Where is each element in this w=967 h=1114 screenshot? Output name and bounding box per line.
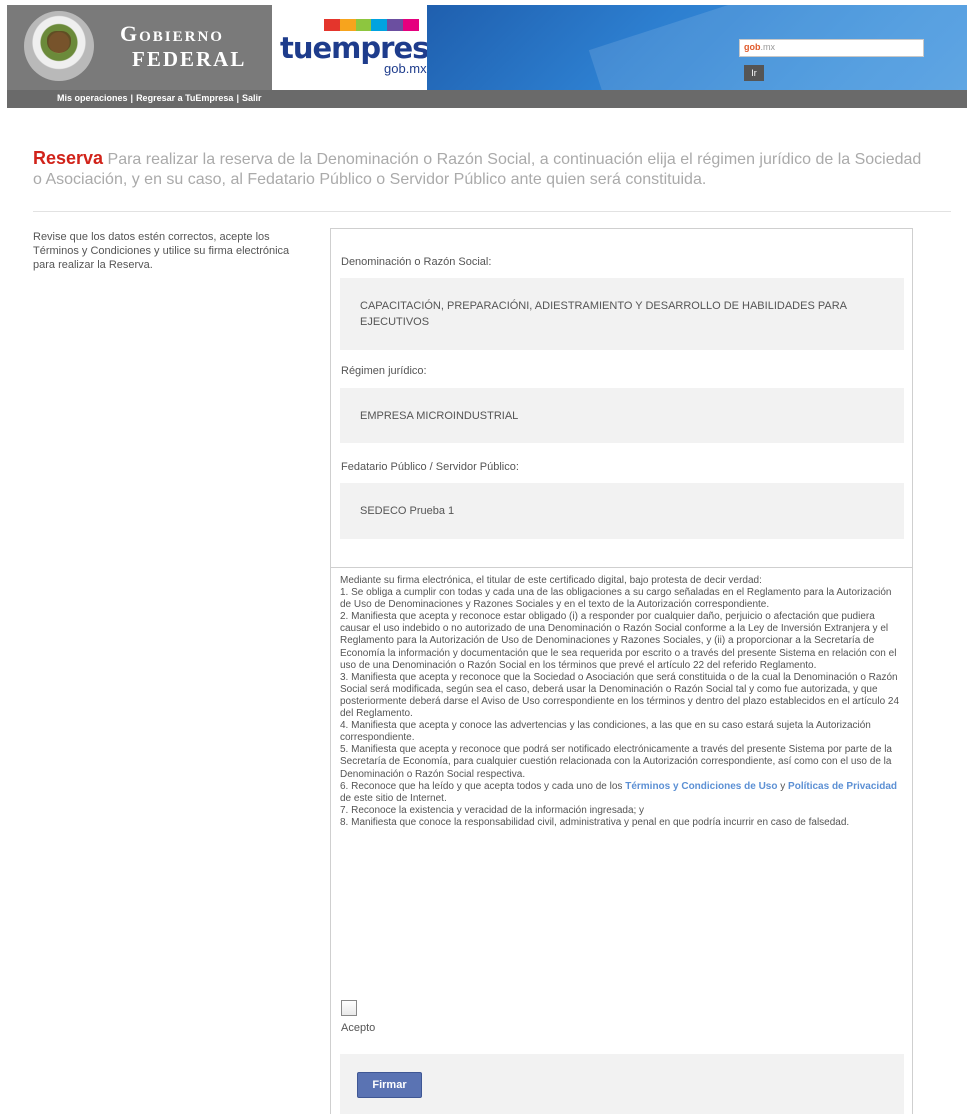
brand-color-bars	[324, 19, 419, 31]
terms-item-6-and: y	[780, 780, 786, 792]
terms-item-6-suffix: de este sitio de Internet.	[340, 792, 447, 804]
site-header: Gobierno Federal tuempresa gob.mx gob.mx…	[7, 5, 967, 90]
page-title-text: Para realizar la reserva de la Denominac…	[33, 151, 922, 188]
national-seal-icon	[24, 11, 94, 81]
brand-bar-purple	[387, 19, 404, 31]
search-brand-prefix: gob	[744, 42, 761, 52]
terms-intro: Mediante su firma electrónica, el titula…	[340, 575, 762, 586]
terms-item-4: 4. Manifiesta que acepta y conoce las ad…	[340, 720, 871, 744]
terms-item-1: 1. Se obliga a cumplir con todas y cada …	[340, 587, 892, 611]
title-divider	[33, 211, 951, 212]
sign-area: Firmar	[340, 1054, 904, 1114]
brand-bar-green	[355, 19, 372, 31]
tuempresa-logo[interactable]: tuempresa gob.mx	[272, 5, 448, 90]
terms-section: Mediante su firma electrónica, el titula…	[330, 568, 913, 1114]
terms-item-5: 5. Manifiesta que acepta y reconoce que …	[340, 744, 892, 780]
firmar-button[interactable]: Firmar	[357, 1072, 422, 1098]
brand-domain: gob.mx	[384, 61, 427, 76]
accept-checkbox[interactable]	[341, 1000, 357, 1016]
instructions-note: Revise que los datos estén correctos, ac…	[33, 231, 290, 271]
gov-title-line2: Federal	[132, 47, 247, 71]
top-nav-bar: Mis operaciones | Regresar a TuEmpresa | Sal…	[7, 90, 967, 108]
brand-bar-blue	[371, 19, 388, 31]
regimen-value: EMPRESA MICROINDUSTRIAL	[340, 388, 904, 443]
brand-name: tuempresa	[280, 31, 448, 65]
terms-item-2: 2. Manifiesta que acepta y reconoce esta…	[340, 611, 897, 671]
politicas-privacidad-link[interactable]: Políticas de Privacidad	[788, 781, 897, 792]
terms-item-6: 6. Reconoce que ha leído y que acepta to…	[340, 781, 904, 805]
brand-bar-pink	[403, 19, 419, 31]
terms-item-3: 3. Manifiesta que acepta y reconoce que …	[340, 671, 900, 720]
page-title: Reserva Para realizar la reserva de la D…	[33, 148, 933, 190]
brand-bar-red	[324, 19, 340, 31]
search-input[interactable]: gob.mx	[739, 39, 924, 57]
reservation-summary-panel: Denominación o Razón Social: CAPACITACIÓ…	[330, 228, 913, 568]
nav-mis-operaciones[interactable]: Mis operaciones	[57, 93, 128, 103]
nav-salir[interactable]: Salir	[242, 93, 262, 103]
page-title-accent: Reserva	[33, 148, 104, 168]
accept-label: Acepto	[341, 1022, 376, 1034]
denominacion-value: CAPACITACIÓN, PREPARACIÓNI, ADIESTRAMIEN…	[340, 278, 904, 350]
nav-regresar-tuempresa[interactable]: Regresar a TuEmpresa	[136, 93, 233, 103]
terms-item-7: 7. Reconoce la existencia y veracidad de…	[340, 804, 645, 816]
fedatario-label: Fedatario Público / Servidor Público:	[341, 461, 519, 473]
terminos-condiciones-link[interactable]: Términos y Condiciones de Uso	[625, 781, 777, 792]
gobierno-federal-banner: Gobierno Federal	[7, 5, 272, 90]
fedatario-value: SEDECO Prueba 1	[340, 483, 904, 539]
search-brand-suffix: .mx	[760, 42, 776, 52]
header-blue-banner: gob.mx Ir	[427, 5, 967, 90]
denominacion-label: Denominación o Razón Social:	[341, 256, 492, 268]
regimen-label: Régimen jurídico:	[341, 365, 427, 377]
terms-item-8: 8. Manifiesta que conoce la responsabili…	[340, 816, 850, 828]
terms-text: Mediante su firma electrónica, el titula…	[340, 575, 904, 829]
terms-item-6-prefix: 6. Reconoce que ha leído y que acepta to…	[340, 780, 623, 792]
brand-bar-orange	[339, 19, 356, 31]
gov-title-line1: Gobierno	[120, 21, 224, 46]
search-button[interactable]: Ir	[744, 65, 764, 81]
